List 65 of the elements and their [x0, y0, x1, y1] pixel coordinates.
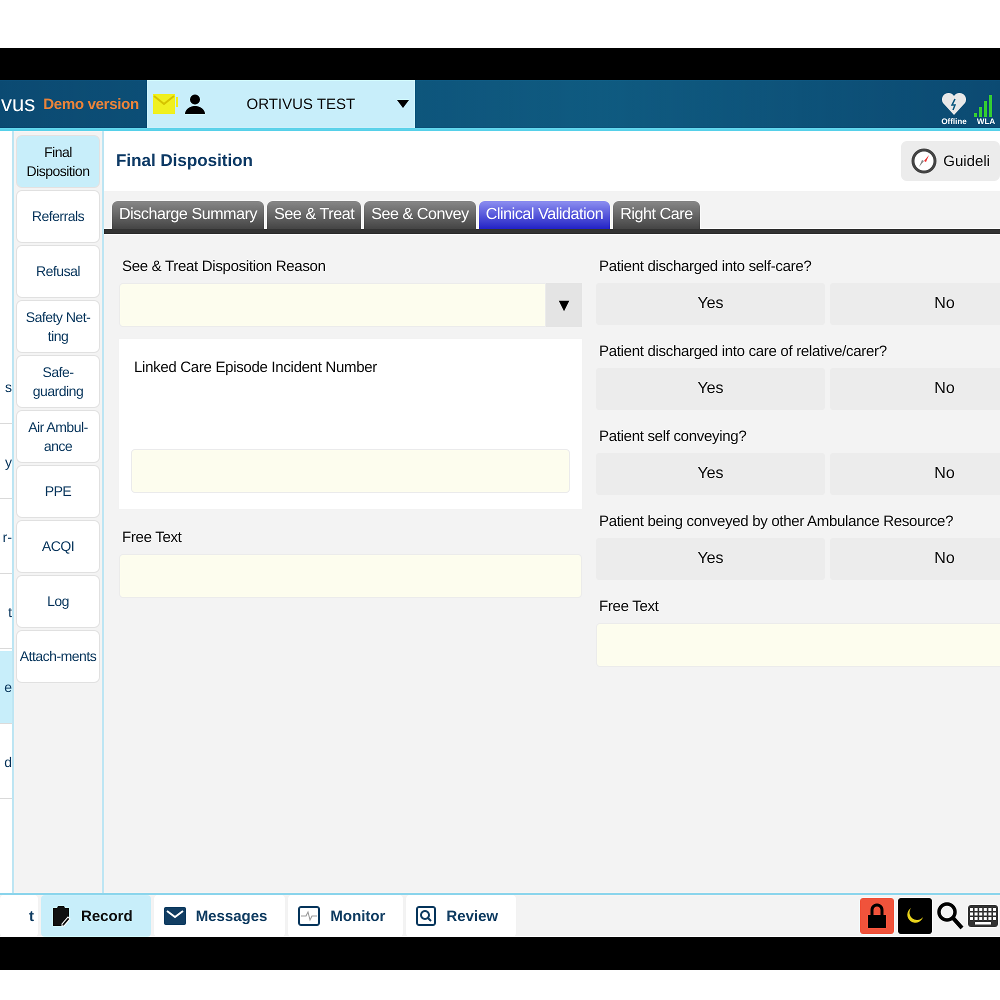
sidebar-item[interactable]: PPE — [16, 465, 100, 518]
tab[interactable]: Clinical Validation — [478, 201, 610, 229]
sidebar-item[interactable]: Log — [16, 575, 100, 628]
magnifier-document-icon — [416, 906, 436, 926]
nav-tab[interactable]: Record — [41, 895, 151, 937]
night-mode-button[interactable] — [898, 898, 932, 934]
user-name: ORTIVUS TEST — [246, 96, 356, 112]
question-label: Patient discharged into care of relative/carer? — [599, 343, 888, 360]
menu-item[interactable]: t — [0, 576, 12, 649]
question-label: Patient self conveying? — [599, 428, 748, 445]
app-logo: vus — [0, 91, 36, 117]
answer-button[interactable]: No — [830, 538, 1000, 580]
keyboard-icon[interactable] — [968, 905, 998, 927]
dropdown-field[interactable] — [119, 283, 546, 327]
answer-button[interactable]: No — [830, 368, 1000, 410]
answer-button[interactable]: No — [830, 453, 1000, 495]
answer-button[interactable]: Yes — [596, 538, 825, 580]
sidebar-item[interactable]: Final Disposition — [16, 135, 100, 188]
sidebar-item[interactable]: Safety Net-ting — [16, 300, 100, 353]
search-icon[interactable] — [936, 901, 964, 931]
status-label: Offline — [941, 117, 967, 126]
field-label: Free Text — [599, 598, 660, 615]
nav-tab[interactable]: Messages — [154, 895, 286, 937]
lock-icon — [867, 903, 887, 929]
envelope-icon — [152, 94, 179, 114]
tab[interactable]: See & Convey — [364, 201, 476, 229]
lock-button[interactable] — [860, 898, 894, 934]
status-label: WLA — [976, 117, 996, 126]
heartbeat-monitor-icon — [298, 906, 320, 926]
answer-button[interactable]: Yes — [596, 368, 825, 410]
nav-tab[interactable]: t — [0, 895, 38, 937]
guidelines-button[interactable]: Guideli — [901, 141, 1000, 181]
answer-button[interactable]: Yes — [596, 283, 825, 325]
nav-tab[interactable]: Monitor — [288, 895, 404, 937]
question-label: Patient discharged into self-care? — [599, 258, 812, 275]
sidebar-item[interactable]: Attach-ments — [16, 630, 100, 683]
envelope-icon — [164, 907, 186, 925]
menu-item[interactable]: d — [0, 726, 12, 799]
sidebar-item[interactable]: Safe-guarding — [16, 355, 100, 408]
dropdown-button[interactable]: ▼ — [546, 283, 582, 327]
user-selector[interactable]: ORTIVUS TEST — [146, 80, 415, 128]
compass-icon — [911, 148, 938, 174]
field-label: See & Treat Disposition Reason — [122, 258, 327, 275]
sidebar-item[interactable]: ACQI — [16, 520, 100, 573]
menu-item[interactable]: e — [0, 651, 12, 724]
field-label: Free Text — [122, 529, 183, 546]
answer-button[interactable]: Yes — [596, 453, 825, 495]
field-label: Linked Care Episode Incident Number — [134, 359, 378, 376]
menu-item[interactable]: r- — [0, 501, 12, 574]
tab[interactable]: Discharge Summary — [112, 201, 264, 229]
answer-button[interactable]: No — [830, 283, 1000, 325]
menu-item[interactable]: y — [0, 426, 12, 499]
clipboard-icon — [51, 905, 71, 927]
question-label: Patient being conveyed by other Ambulance Resource? — [599, 513, 954, 530]
tab[interactable]: See & Treat — [267, 201, 362, 229]
heart-icon — [941, 91, 967, 117]
caret-icon — [396, 100, 409, 108]
demo-label: Demo version — [43, 96, 139, 112]
tab[interactable]: Right Care — [613, 201, 700, 229]
sidebar-item[interactable]: Refusal — [16, 245, 100, 298]
menu-item[interactable]: s — [0, 351, 12, 424]
sidebar-item[interactable]: Referrals — [16, 190, 100, 243]
person-icon — [184, 94, 205, 114]
nav-tab[interactable]: Review — [406, 895, 516, 937]
page-title: Final Disposition — [116, 151, 253, 171]
